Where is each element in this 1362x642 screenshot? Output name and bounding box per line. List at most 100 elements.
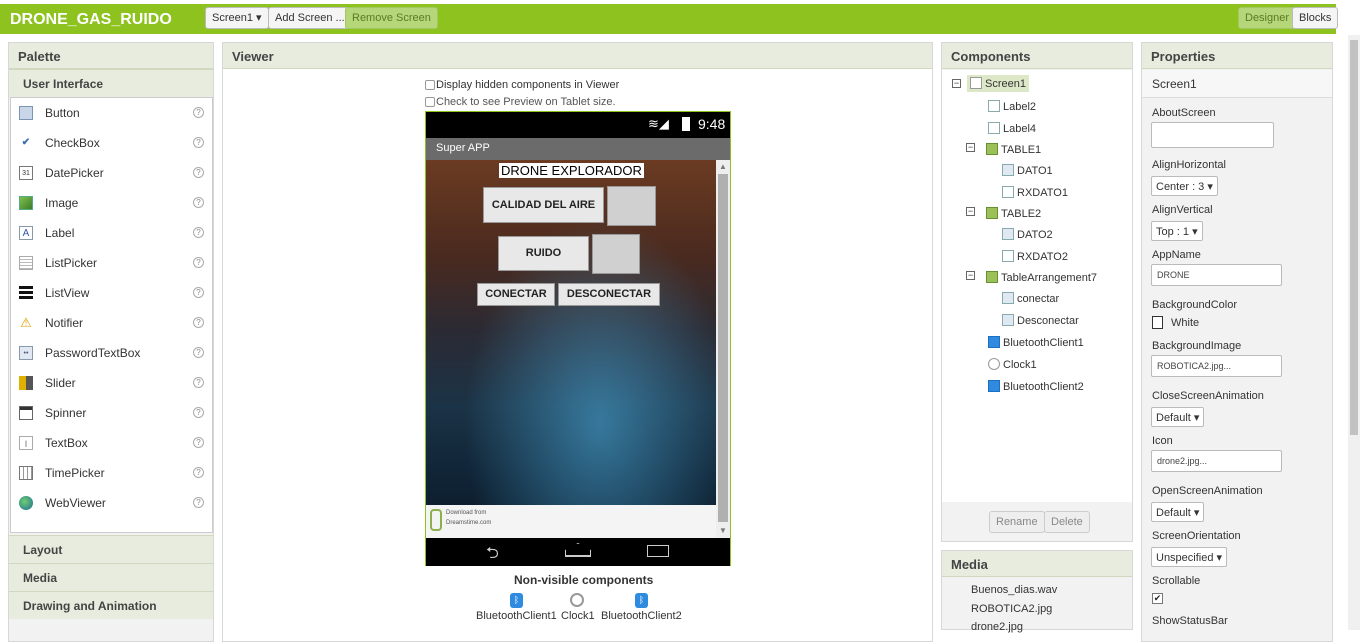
palette-item-spinner[interactable]: Spinner ? — [11, 398, 212, 428]
scroll-up-icon[interactable]: ▲ — [719, 162, 727, 171]
help-icon[interactable]: ? — [193, 107, 204, 118]
screen-orientation-select[interactable]: Unspecified ▾ — [1151, 547, 1228, 567]
palette-item-webviewer[interactable]: WebViewer ? — [11, 488, 212, 518]
palette-item-label: WebViewer — [45, 496, 106, 510]
help-icon[interactable]: ? — [193, 347, 204, 358]
palette-item-textbox[interactable]: I TextBox ? — [11, 428, 212, 458]
remove-screen-button[interactable]: Remove Screen — [345, 7, 438, 29]
collapse-icon[interactable]: − — [966, 271, 975, 280]
palette-item-image[interactable]: Image ? — [11, 188, 212, 218]
palette-item-label[interactable]: A Label ? — [11, 218, 212, 248]
category-layout[interactable]: Layout — [9, 535, 213, 563]
media-file[interactable]: ROBOTICA2.jpg — [971, 603, 1052, 615]
help-icon[interactable]: ? — [193, 437, 204, 448]
designer-button[interactable]: Designer — [1238, 7, 1297, 29]
tree-item-table1[interactable]: TABLE1 — [986, 143, 1041, 156]
palette-item-label: Notifier — [45, 316, 84, 330]
disconnect-button[interactable]: DESCONECTAR — [558, 283, 660, 306]
help-icon[interactable]: ? — [193, 467, 204, 478]
palette-item-checkbox[interactable]: ✔ CheckBox ? — [11, 128, 212, 158]
phone-scroll-thumb[interactable] — [718, 174, 728, 522]
tree-item-dato2[interactable]: DATO2 — [1002, 228, 1053, 241]
tree-item-rxdato1[interactable]: RXDATO1 — [1002, 186, 1068, 199]
rxdato1-textbox[interactable] — [607, 186, 656, 226]
category-media[interactable]: Media — [9, 563, 213, 591]
blocks-button[interactable]: Blocks — [1292, 7, 1339, 29]
window-scroll-thumb[interactable] — [1350, 40, 1358, 435]
tree-item-label2[interactable]: Label2 — [988, 100, 1036, 113]
help-icon[interactable]: ? — [193, 137, 204, 148]
category-user-interface[interactable]: User Interface — [9, 69, 213, 97]
delete-button[interactable]: Delete — [1044, 511, 1090, 533]
rxdato2-textbox[interactable] — [592, 234, 640, 274]
scrollable-checkbox[interactable]: ✔ — [1152, 593, 1163, 604]
button-icon — [1002, 314, 1014, 326]
color-swatch[interactable] — [1152, 316, 1163, 329]
collapse-icon[interactable]: − — [966, 143, 975, 152]
connect-button[interactable]: CONECTAR — [477, 283, 555, 306]
palette-item-slider[interactable]: Slider ? — [11, 368, 212, 398]
close-animation-select[interactable]: Default ▾ — [1151, 407, 1205, 427]
help-icon[interactable]: ? — [193, 407, 204, 418]
background-color-value[interactable]: White — [1171, 317, 1199, 329]
align-vertical-select[interactable]: Top : 1 ▾ — [1151, 221, 1203, 241]
media-file[interactable]: Buenos_dias.wav — [971, 584, 1057, 596]
tree-item-bluetoothclient1[interactable]: BluetoothClient1 — [988, 336, 1084, 349]
help-icon[interactable]: ? — [193, 497, 204, 508]
app-name-input[interactable]: DRONE — [1151, 264, 1282, 286]
add-screen-button[interactable]: Add Screen ... — [268, 7, 352, 29]
palette-item-listview[interactable]: ListView ? — [11, 278, 212, 308]
recent-apps-icon — [647, 545, 669, 557]
phone-scrollbar[interactable]: ▲ ▼ — [716, 160, 730, 538]
air-quality-button[interactable]: CALIDAD DEL AIRE — [483, 187, 604, 223]
tree-item-tablearrangement7[interactable]: TableArrangement7 — [986, 271, 1097, 284]
tree-item-clock1[interactable]: Clock1 — [988, 358, 1037, 371]
nonvisible-item[interactable]: BluetoothClient1 — [476, 610, 557, 622]
icon-input[interactable]: drone2.jpg... — [1151, 450, 1282, 472]
palette-item-timepicker[interactable]: TimePicker ? — [11, 458, 212, 488]
tree-item-rxdato2[interactable]: RXDATO2 — [1002, 250, 1068, 263]
palette-item-button[interactable]: Button ? — [11, 98, 212, 128]
align-horizontal-select[interactable]: Center : 3 ▾ — [1151, 176, 1218, 196]
display-hidden-checkbox[interactable] — [425, 80, 435, 90]
help-icon[interactable]: ? — [193, 167, 204, 178]
help-icon[interactable]: ? — [193, 257, 204, 268]
label-icon: A — [19, 226, 33, 240]
noise-button[interactable]: RUIDO — [498, 236, 589, 271]
help-icon[interactable]: ? — [193, 317, 204, 328]
tablet-preview-checkbox[interactable] — [425, 97, 435, 107]
tree-item-screen1[interactable]: Screen1 — [967, 75, 1029, 92]
tree-item-table2[interactable]: TABLE2 — [986, 207, 1041, 220]
palette-item-listpicker[interactable]: ListPicker ? — [11, 248, 212, 278]
tree-item-bluetoothclient2[interactable]: BluetoothClient2 — [988, 380, 1084, 393]
scroll-down-icon[interactable]: ▼ — [719, 526, 727, 535]
help-icon[interactable]: ? — [193, 227, 204, 238]
calendar-icon: 31 — [19, 166, 33, 180]
about-screen-textarea[interactable] — [1151, 122, 1274, 148]
tree-item-dato1[interactable]: DATO1 — [1002, 164, 1053, 177]
nonvisible-item[interactable]: Clock1 — [561, 610, 595, 622]
media-file[interactable]: drone2.jpg — [971, 621, 1023, 633]
open-animation-select[interactable]: Default ▾ — [1151, 502, 1205, 522]
background-image-input[interactable]: ROBOTICA2.jpg... — [1151, 355, 1282, 377]
category-drawing-animation[interactable]: Drawing and Animation — [9, 591, 213, 619]
collapse-icon[interactable]: − — [952, 79, 961, 88]
palette-item-passwordtextbox[interactable]: •• PasswordTextBox ? — [11, 338, 212, 368]
tree-item-label4[interactable]: Label4 — [988, 122, 1036, 135]
window-scrollbar[interactable] — [1348, 35, 1360, 630]
palette-item-datepicker[interactable]: 31 DatePicker ? — [11, 158, 212, 188]
screen-select-dropdown[interactable]: Screen1 ▾ — [205, 7, 269, 29]
tree-item-conectar[interactable]: conectar — [1002, 292, 1059, 305]
palette-item-label: TextBox — [45, 436, 88, 450]
palette-item-label: Image — [45, 196, 79, 210]
help-icon[interactable]: ? — [193, 287, 204, 298]
collapse-icon[interactable]: − — [966, 207, 975, 216]
palette-list: Button ? ✔ CheckBox ? 31 DatePicker ? Im… — [10, 97, 213, 533]
help-icon[interactable]: ? — [193, 197, 204, 208]
help-icon[interactable]: ? — [193, 377, 204, 388]
rename-button[interactable]: Rename — [989, 511, 1045, 533]
nonvisible-item[interactable]: BluetoothClient2 — [601, 610, 682, 622]
tree-item-desconectar[interactable]: Desconectar — [1002, 314, 1079, 327]
prop-label: BackgroundImage — [1152, 340, 1242, 352]
palette-item-notifier[interactable]: ⚠ Notifier ? — [11, 308, 212, 338]
